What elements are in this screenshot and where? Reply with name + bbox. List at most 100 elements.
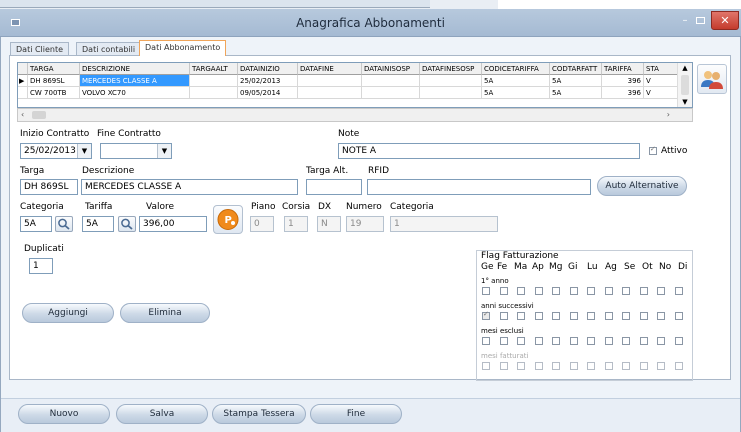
flag-checkbox[interactable] — [534, 362, 543, 370]
flag-checkbox[interactable] — [482, 337, 490, 345]
inizio-contratto-datepicker[interactable]: 25/02/2013 ▼ — [20, 143, 92, 159]
flag-checkbox[interactable] — [552, 312, 560, 320]
flag-checkbox[interactable] — [499, 362, 508, 370]
flag-checkbox[interactable] — [534, 312, 543, 320]
flag-checkbox[interactable] — [482, 287, 490, 295]
flag-checkbox[interactable] — [517, 287, 525, 295]
col-header-datafinesosp[interactable]: DATAFINESOSP — [420, 63, 482, 75]
flag-checkbox[interactable] — [604, 362, 613, 370]
maximize-button[interactable] — [693, 13, 709, 29]
flag-checkbox[interactable] — [569, 287, 578, 295]
table-cell[interactable] — [362, 75, 420, 87]
flag-checkbox[interactable] — [674, 337, 683, 345]
valore-input[interactable]: 396,00 — [139, 216, 207, 232]
col-header-datainizio[interactable]: DATAINIZIO — [238, 63, 298, 75]
flag-checkbox[interactable] — [587, 312, 595, 320]
table-cell[interactable]: VOLVO XC70 — [80, 87, 190, 99]
flag-checkbox[interactable] — [639, 312, 648, 320]
salva-button[interactable]: Salva — [116, 404, 208, 424]
flag-checkbox[interactable] — [657, 362, 665, 370]
categoria-posto-input[interactable]: 1 — [390, 216, 498, 232]
duplicati-input[interactable]: 1 — [29, 258, 53, 274]
flag-checkbox[interactable] — [657, 312, 665, 320]
col-header-tariffa[interactable]: TARIFFA — [602, 63, 644, 75]
flag-checkbox[interactable] — [657, 287, 665, 295]
flag-checkbox[interactable] — [482, 362, 490, 370]
flag-checkbox[interactable] — [552, 287, 560, 295]
col-header-codicetariffa[interactable]: CODICETARIFFA — [482, 63, 550, 75]
numero-input[interactable]: 19 — [346, 216, 384, 232]
targa-input[interactable]: DH 869SL — [20, 179, 78, 195]
nuovo-button[interactable]: Nuovo — [18, 404, 110, 424]
table-cell[interactable]: 5A — [550, 87, 602, 99]
scroll-thumb[interactable] — [681, 75, 689, 95]
tariffa-input[interactable]: 5A — [82, 216, 114, 232]
table-cell[interactable]: 5A — [482, 75, 550, 87]
tab-dati-cliente[interactable]: Dati Cliente — [10, 42, 70, 56]
flag-checkbox[interactable] — [674, 312, 683, 320]
piano-input[interactable]: 0 — [250, 216, 274, 232]
scroll-thumb-h[interactable] — [32, 111, 46, 119]
elimina-button[interactable]: Elimina — [120, 303, 210, 323]
targa-alt-input[interactable] — [306, 179, 362, 195]
table-cell[interactable] — [190, 75, 238, 87]
flag-checkbox[interactable] — [499, 287, 508, 295]
tariffa-search-button[interactable] — [118, 216, 136, 232]
fine-button[interactable]: Fine — [310, 404, 402, 424]
grid-horizontal-scrollbar[interactable]: ‹ › — [17, 108, 693, 122]
flag-checkbox[interactable] — [622, 362, 630, 370]
table-cell[interactable]: DH 869SL — [28, 75, 80, 87]
table-cell[interactable]: 5A — [482, 87, 550, 99]
table-cell[interactable]: 396 — [602, 75, 644, 87]
flag-checkbox[interactable] — [569, 312, 578, 320]
subscriptions-grid[interactable]: TARGA DESCRIZIONE TARGAALT DATAINIZIO DA… — [17, 62, 693, 108]
dx-input[interactable]: N — [317, 216, 341, 232]
table-cell[interactable]: V — [644, 87, 678, 99]
chevron-down-icon[interactable]: ▼ — [157, 144, 171, 158]
col-header-targa[interactable]: TARGA — [28, 63, 80, 75]
flag-checkbox[interactable] — [657, 337, 665, 345]
aggiungi-button[interactable]: Aggiungi — [22, 303, 114, 323]
flag-checkbox[interactable] — [639, 337, 648, 345]
flag-checkbox[interactable] — [517, 337, 525, 345]
table-cell[interactable]: 09/05/2014 — [238, 87, 298, 99]
tab-dati-abbonamento[interactable]: Dati Abbonamento — [139, 40, 227, 56]
table-cell[interactable]: 396 — [602, 87, 644, 99]
flag-checkbox[interactable] — [552, 337, 560, 345]
table-cell[interactable] — [298, 87, 362, 99]
flag-checkbox[interactable] — [517, 312, 525, 320]
table-cell[interactable]: 5A — [550, 75, 602, 87]
table-cell-selected[interactable]: MERCEDES CLASSE A — [80, 75, 190, 87]
chevron-down-icon[interactable]: ▼ — [77, 144, 91, 158]
col-header-stato[interactable]: STA — [644, 63, 678, 75]
col-header-datainisosp[interactable]: DATAINISOSP — [362, 63, 420, 75]
flag-checkbox[interactable] — [587, 362, 595, 370]
flag-checkbox[interactable] — [482, 310, 490, 320]
table-cell[interactable] — [420, 75, 482, 87]
table-cell[interactable] — [362, 87, 420, 99]
close-button[interactable]: ✕ — [711, 11, 739, 30]
flag-checkbox[interactable] — [604, 312, 613, 320]
flag-checkbox[interactable] — [552, 362, 560, 370]
note-input[interactable]: NOTE A — [338, 143, 640, 159]
col-header-targaalt[interactable]: TARGAALT — [190, 63, 238, 75]
flag-checkbox[interactable] — [587, 287, 595, 295]
flag-checkbox[interactable] — [569, 362, 578, 370]
minimize-button[interactable]: – — [677, 13, 693, 29]
grid-vertical-scrollbar[interactable]: ▲ ▼ — [677, 63, 692, 107]
flag-checkbox[interactable] — [639, 362, 648, 370]
categoria-search-button[interactable] — [55, 216, 73, 232]
flag-checkbox[interactable] — [517, 362, 525, 370]
parking-button[interactable]: P — [213, 205, 243, 234]
flag-checkbox[interactable] — [639, 287, 648, 295]
table-cell[interactable]: V — [644, 75, 678, 87]
col-header-datafine[interactable]: DATAFINE — [298, 63, 362, 75]
attivo-checkbox[interactable] — [649, 145, 657, 155]
flag-checkbox[interactable] — [499, 337, 508, 345]
flag-checkbox[interactable] — [534, 287, 543, 295]
stampa-tessera-button[interactable]: Stampa Tessera — [212, 404, 306, 424]
col-header-codtarfatt[interactable]: CODTARFATT — [550, 63, 602, 75]
flag-checkbox[interactable] — [604, 337, 613, 345]
scroll-down-icon[interactable]: ▼ — [678, 97, 692, 107]
flag-checkbox[interactable] — [622, 312, 630, 320]
